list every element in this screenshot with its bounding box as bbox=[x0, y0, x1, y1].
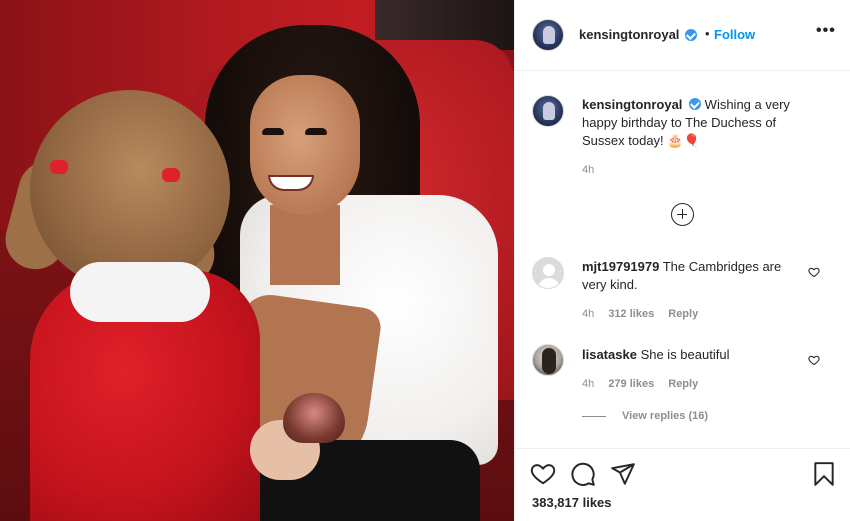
comment-likes[interactable]: 312 likes bbox=[608, 308, 654, 320]
follow-button[interactable]: Follow bbox=[714, 27, 755, 42]
photo-woman-neck bbox=[270, 205, 340, 285]
more-options-icon[interactable]: ••• bbox=[816, 22, 836, 40]
verified-badge-icon bbox=[689, 98, 702, 110]
heart-icon[interactable] bbox=[530, 461, 556, 487]
photo-girl-head bbox=[30, 90, 230, 290]
photo-woman-eye bbox=[305, 128, 327, 135]
comment-bubble-icon[interactable] bbox=[570, 461, 596, 487]
comment-meta: 4h 312 likes Reply bbox=[582, 308, 709, 320]
author-username[interactable]: kensingtonroyal bbox=[579, 27, 679, 42]
comment-likes[interactable]: 279 likes bbox=[608, 378, 654, 390]
comment-time[interactable]: 4h bbox=[582, 378, 594, 390]
post-sidebar: kensingtonroyal • Follow ••• kensingtonr… bbox=[514, 0, 850, 521]
comment-username[interactable]: mjt19791979 bbox=[582, 259, 659, 274]
comment-username[interactable]: lisataske bbox=[582, 347, 637, 362]
photo-girl-collar bbox=[70, 262, 210, 322]
comment-meta: 4h 279 likes Reply bbox=[582, 378, 709, 390]
comment-time[interactable]: 4h bbox=[582, 308, 594, 320]
post-header: kensingtonroyal • Follow ••• bbox=[515, 0, 850, 71]
bookmark-icon[interactable] bbox=[811, 461, 837, 487]
comment-reply-button[interactable]: Reply bbox=[668, 378, 698, 390]
caption-author-avatar[interactable] bbox=[532, 95, 564, 127]
photo-woman-face bbox=[250, 75, 360, 215]
heart-icon[interactable] bbox=[808, 354, 820, 366]
verified-badge-icon bbox=[685, 29, 697, 41]
view-replies-button[interactable]: View replies (16) bbox=[582, 410, 708, 422]
photo-girl-hair-tie bbox=[162, 168, 180, 182]
header-separator: • bbox=[705, 26, 710, 41]
comment-text-block: lisataske She is beautiful bbox=[582, 346, 807, 364]
comment-reply-button[interactable]: Reply bbox=[668, 308, 698, 320]
heart-icon[interactable] bbox=[808, 266, 820, 278]
photo-cupcake bbox=[283, 393, 345, 443]
comment-text-block: mjt19791979 The Cambridges are very kind… bbox=[582, 258, 807, 294]
post-photo[interactable] bbox=[0, 0, 514, 521]
comment-avatar[interactable] bbox=[532, 257, 564, 289]
caption-username[interactable]: kensingtonroyal bbox=[582, 97, 682, 112]
comment-text: She is beautiful bbox=[640, 347, 730, 362]
author-avatar[interactable] bbox=[532, 19, 564, 51]
caption-text-block: kensingtonroyal Wishing a very happy bir… bbox=[582, 96, 822, 150]
photo-girl-hair-tie bbox=[50, 160, 68, 174]
likes-count[interactable]: 383,817 likes bbox=[532, 495, 612, 510]
comment-avatar[interactable] bbox=[532, 344, 564, 376]
plus-circle-icon[interactable] bbox=[671, 203, 694, 226]
caption-timestamp[interactable]: 4h bbox=[582, 164, 594, 176]
photo-woman-eye bbox=[262, 128, 284, 135]
view-replies-line bbox=[582, 415, 606, 417]
post-actions-bar: 383,817 likes bbox=[515, 448, 850, 521]
view-replies-label[interactable]: View replies (16) bbox=[622, 410, 708, 422]
paper-plane-icon[interactable] bbox=[610, 461, 636, 487]
